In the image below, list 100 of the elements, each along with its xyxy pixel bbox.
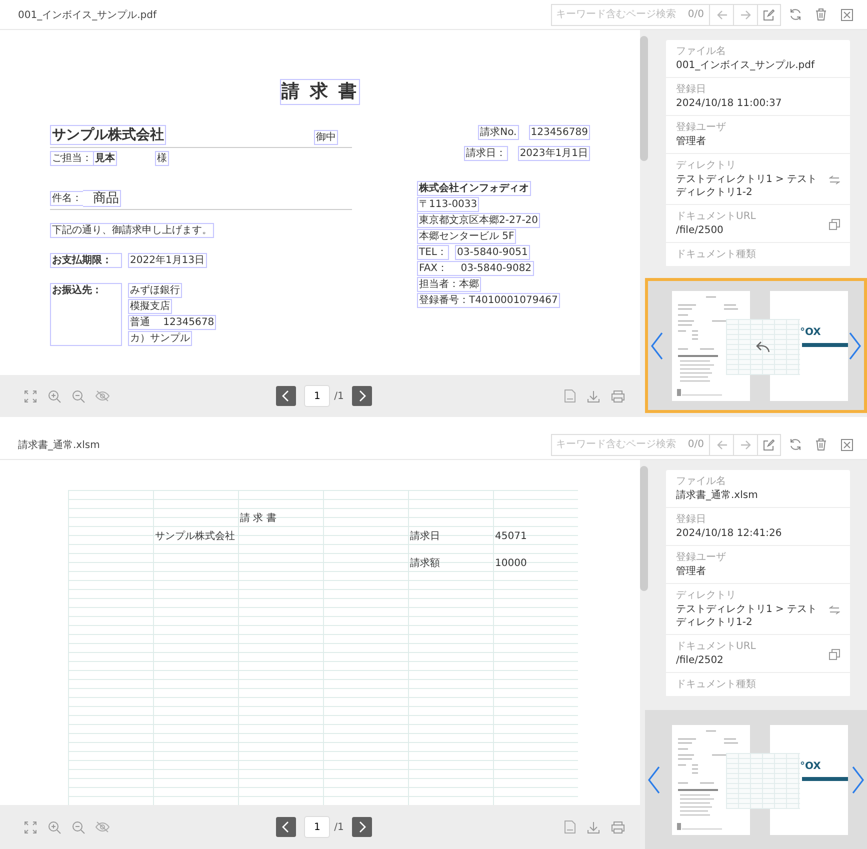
next-thumbnail-button[interactable] [848, 330, 862, 360]
edit-button[interactable] [757, 4, 781, 26]
spreadsheet-thumbnail[interactable] [726, 752, 800, 808]
detail-label: ファイル名 [676, 476, 727, 488]
download-button[interactable] [586, 819, 602, 835]
bank-detail: みずほ銀行 [128, 283, 182, 298]
previous-thumbnail-button[interactable] [647, 764, 661, 794]
next-page-button[interactable] [352, 817, 372, 837]
edit-button[interactable] [757, 434, 781, 456]
page-search-field[interactable]: キーワード含むページ検索 [550, 4, 683, 26]
issuer-text: 本郷センタービル 5F [417, 229, 516, 244]
previous-page-button[interactable] [276, 817, 296, 837]
sheet-cell-text: 請 求 書 [239, 512, 278, 526]
detail-label: 登録ユーザ [676, 122, 727, 134]
detail-value: 管理者 [676, 565, 707, 578]
chevron-left-icon [648, 766, 660, 794]
page-number-field[interactable]: 1 [304, 385, 330, 407]
fit-screen-button[interactable] [22, 819, 38, 835]
next-thumbnail-button[interactable] [851, 764, 865, 794]
undo-arrow-icon[interactable] [755, 340, 771, 352]
detail-label: ディレクトリ [676, 590, 737, 602]
eye-slash-icon [94, 821, 110, 833]
copy-icon [828, 648, 840, 660]
detail-value: テストディレクトリ1 > テストディレクトリ1-2 [676, 603, 818, 629]
file-icon [564, 389, 576, 403]
detail-value: 2024/10/18 12:41:26 [676, 527, 783, 540]
match-count: 0/0 [682, 4, 709, 26]
detail-label: ドキュメント種類 [676, 679, 757, 691]
fit-screen-button[interactable] [22, 388, 38, 404]
previous-match-button[interactable] [709, 4, 733, 26]
sheet-cell-text: 10000 [494, 557, 528, 571]
copy-icon [828, 218, 840, 230]
arrow-right-icon [740, 8, 752, 20]
detail-label: 登録日 [676, 84, 707, 96]
chevron-right-icon [852, 766, 864, 794]
expand-arrows-icon [24, 390, 36, 402]
bank-detail: 模擬支店 [128, 299, 172, 314]
trash-icon [815, 8, 827, 21]
scrollbar-thumb[interactable] [640, 466, 648, 591]
page-number-field[interactable]: 1 [304, 816, 330, 838]
page-search-field[interactable]: キーワード含むページ検索 [550, 434, 683, 456]
next-page-button[interactable] [352, 386, 372, 406]
hide-button[interactable] [94, 388, 110, 404]
due-date-value: 2022年1月13日 [128, 253, 207, 268]
eye-slash-icon [94, 390, 110, 402]
pdf-export-button[interactable] [562, 388, 578, 404]
zoom-in-button[interactable] [46, 388, 62, 404]
subject-label: 件名： [50, 191, 83, 206]
detail-value: テストディレクトリ1 > テストディレクトリ1-2 [676, 173, 818, 199]
next-match-button[interactable] [733, 434, 757, 456]
swap-arrows-icon [828, 174, 840, 184]
issuer-text: 〒113-0033 [417, 197, 480, 212]
meta-label: 請求日： [464, 146, 508, 161]
arrow-left-icon [716, 438, 728, 450]
zoom-in-icon [48, 820, 60, 834]
previous-page-button[interactable] [276, 386, 296, 406]
detail-value: /file/2502 [676, 654, 724, 667]
download-icon [587, 390, 600, 402]
sheet-cell-text: サンプル株式会社 [154, 530, 236, 544]
contact-honorific: 様 [155, 151, 169, 166]
meta-value: 123456789 [528, 125, 590, 140]
refresh-icon [788, 438, 802, 451]
zoom-out-button[interactable] [70, 388, 86, 404]
detail-label: 登録日 [676, 514, 707, 526]
detail-value: 管理者 [676, 135, 707, 148]
zoom-out-button[interactable] [70, 819, 86, 835]
previous-thumbnail-button[interactable] [650, 330, 664, 360]
arrow-right-icon [740, 438, 752, 450]
swap-button[interactable] [828, 174, 840, 186]
spreadsheet-thumbnail[interactable] [726, 318, 800, 374]
download-icon [587, 820, 600, 834]
print-button[interactable] [610, 388, 626, 404]
print-button[interactable] [610, 819, 626, 835]
invoice-message: 下記の通り、御請求申し上げます。 [50, 223, 214, 238]
detail-value: 001_インボイス_サンプル.pdf [676, 59, 816, 72]
recipient-honorific: 御中 [314, 130, 338, 145]
meta-value: 2023年1月1日 [518, 146, 590, 161]
bank-detail: カ）サンプル [128, 331, 192, 346]
refresh-icon [788, 8, 802, 21]
sheet-cell-text: 請求日 [409, 530, 441, 544]
zoom-in-button[interactable] [46, 819, 62, 835]
scrollbar-thumb[interactable] [640, 36, 648, 161]
detail-label: ファイル名 [676, 46, 727, 58]
issuer-text: 担当者：本郷 [417, 277, 481, 292]
detail-label: ドキュメントURL [676, 641, 757, 653]
pdf-export-button[interactable] [562, 819, 578, 835]
close-icon [841, 8, 853, 20]
swap-button[interactable] [828, 604, 840, 616]
detail-value: 請求書_通常.xlsm [676, 489, 759, 502]
file-name: 001_インボイス_サンプル.pdf [18, 8, 156, 22]
copy-button[interactable] [828, 648, 840, 660]
previous-match-button[interactable] [709, 434, 733, 456]
chevron-left-icon [282, 390, 290, 402]
copy-button[interactable] [828, 218, 840, 230]
match-count: 0/0 [682, 434, 709, 456]
swap-arrows-icon [828, 604, 840, 614]
download-button[interactable] [586, 388, 602, 404]
hide-button[interactable] [94, 819, 110, 835]
next-match-button[interactable] [733, 4, 757, 26]
contact-label: ご担当： [50, 151, 93, 166]
